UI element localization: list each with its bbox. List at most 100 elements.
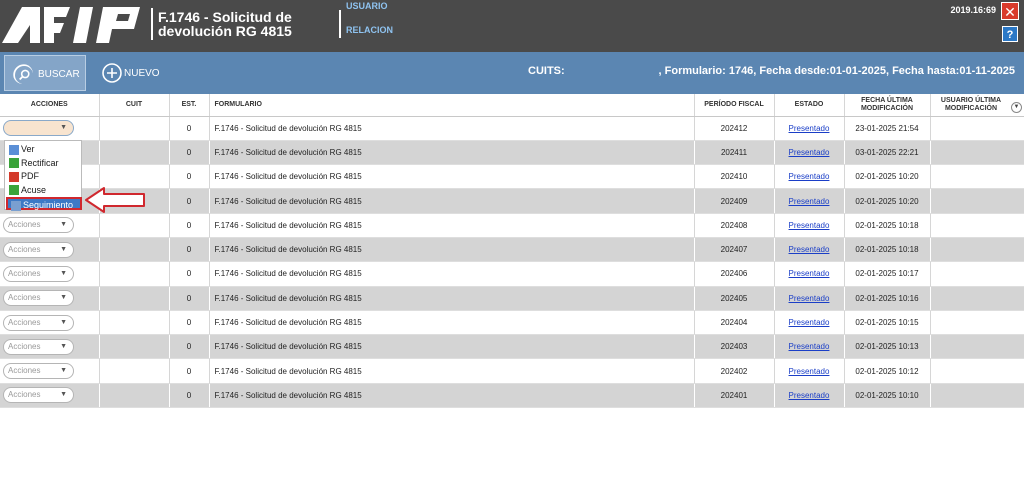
estado-link[interactable]: Presentado — [789, 172, 830, 181]
estado-link[interactable]: Presentado — [789, 221, 830, 230]
app-header: F.1746 - Solicitud de devolución RG 4815… — [0, 0, 1024, 52]
receipt-icon — [9, 185, 19, 196]
col-header-periodo[interactable]: PERÍODO FISCAL — [694, 94, 775, 117]
chevron-down-icon: ▼ — [60, 294, 67, 302]
nav-relacion-link[interactable]: RELACION — [346, 25, 393, 35]
form-title-line1: F.1746 - Solicitud de — [158, 9, 292, 25]
acciones-select-value: Acciones — [8, 366, 41, 376]
acciones-select[interactable]: Acciones ▼ — [3, 387, 74, 404]
close-button[interactable]: ✕ — [1001, 2, 1019, 20]
cuit-cell — [99, 383, 170, 409]
col-header-usuario[interactable]: USUARIO ÚLTIMA MODIFICACIÓN — [930, 94, 1024, 117]
periodo-cell: 202407 — [694, 237, 775, 263]
chevron-down-icon: ▼ — [60, 245, 67, 253]
estado-cell: Presentado — [774, 334, 845, 360]
estado-link[interactable]: Presentado — [789, 342, 830, 351]
acciones-cell: Acciones ▼ — [0, 286, 100, 311]
formulario-cell: F.1746 - Solicitud de devolución RG 4815 — [209, 310, 695, 336]
clock-text: 2019.16:69 — [950, 5, 996, 15]
usuario-cell — [930, 140, 1024, 166]
formulario-cell: F.1746 - Solicitud de devolución RG 4815 — [209, 188, 695, 214]
red-arrow-annotation — [85, 187, 145, 213]
table-row[interactable]: Acciones ▼ 0 F.1746 - Solicitud de devoluci… — [0, 334, 1024, 360]
nav-usuario-link[interactable]: USUARIO — [346, 1, 388, 11]
dropdown-item-rectificar[interactable]: Rectificar — [9, 157, 81, 170]
dropdown-item-seguimiento[interactable]: Seguimiento — [6, 197, 82, 211]
periodo-cell: 202409 — [694, 188, 775, 214]
estado-cell: Presentado — [774, 213, 845, 238]
form-title: F.1746 - Solicitud de devolución RG 4815 — [158, 10, 292, 38]
usuario-cell — [930, 310, 1024, 336]
toolbar: BUSCAR NUEVO CUITS: , Formulario: 1746, … — [0, 52, 1024, 94]
dropdown-item-ver[interactable]: Ver — [9, 143, 81, 156]
usuario-cell — [930, 334, 1024, 360]
table-row[interactable]: ▼ 0 F.1746 - Solicitud de devolución RG 48… — [0, 116, 1024, 141]
cuit-cell — [99, 140, 170, 166]
estado-link[interactable]: Presentado — [789, 148, 830, 157]
table-row[interactable]: Acciones ▼ 0 F.1746 - Solicitud de devoluci… — [0, 286, 1024, 311]
formulario-cell: F.1746 - Solicitud de devolución RG 4815 — [209, 261, 695, 287]
estado-cell: Presentado — [774, 188, 845, 214]
dropdown-item-acuse[interactable]: Acuse — [9, 184, 81, 197]
acciones-select-value: Acciones — [8, 317, 41, 327]
col-header-formulario[interactable]: FORMULARIO — [209, 94, 695, 117]
fecha-cell: 02-01-2025 10:16 — [844, 286, 931, 311]
acciones-cell: Acciones ▼ — [0, 237, 100, 263]
estado-link[interactable]: Presentado — [789, 391, 830, 400]
acciones-select[interactable]: Acciones ▼ — [3, 217, 74, 234]
table-header-row: ACCIONES CUIT EST. FORMULARIO PERÍODO FI… — [0, 94, 1024, 117]
acciones-dropdown-menu: Ver Rectificar PDF Acuse Seguimiento — [4, 140, 82, 211]
dropdown-item-label: PDF — [21, 171, 39, 181]
cuits-label: CUITS: — [528, 65, 565, 77]
buscar-button[interactable]: BUSCAR — [4, 55, 86, 91]
acciones-select[interactable]: Acciones ▼ — [3, 241, 74, 258]
formulario-cell: F.1746 - Solicitud de devolución RG 4815 — [209, 286, 695, 311]
estado-link[interactable]: Presentado — [789, 367, 830, 376]
usuario-cell — [930, 261, 1024, 287]
acciones-select[interactable]: ▼ — [3, 120, 74, 137]
col-header-est[interactable]: EST. — [169, 94, 210, 117]
col-header-cuit[interactable]: CUIT — [99, 94, 170, 117]
col-header-fecha[interactable]: FECHA ÚLTIMA MODIFICACIÓN — [844, 94, 931, 117]
estado-link[interactable]: Presentado — [789, 294, 830, 303]
acciones-select[interactable]: Acciones ▼ — [3, 363, 74, 380]
help-button[interactable]: ? — [1002, 26, 1018, 42]
acciones-select-value: Acciones — [8, 390, 41, 400]
acciones-select[interactable]: Acciones ▼ — [3, 290, 74, 307]
estado-cell: Presentado — [774, 286, 845, 311]
usuario-cell — [930, 116, 1024, 141]
table-row[interactable]: Acciones ▼ 0 F.1746 - Solicitud de devoluci… — [0, 237, 1024, 263]
acciones-select-value: Acciones — [8, 268, 41, 278]
formulario-cell: F.1746 - Solicitud de devolución RG 4815 — [209, 164, 695, 190]
nuevo-button[interactable]: NUEVO — [96, 55, 176, 91]
table-row[interactable]: 0 F.1746 - Solicitud de devolución RG 481… — [0, 164, 1024, 190]
usuario-cell — [930, 383, 1024, 409]
table-row[interactable]: Acciones ▼ 0 F.1746 - Solicitud de devoluci… — [0, 358, 1024, 384]
estado-link[interactable]: Presentado — [789, 124, 830, 133]
estado-link[interactable]: Presentado — [789, 269, 830, 278]
table-row[interactable]: Acciones ▼ 0 F.1746 - Solicitud de devoluci… — [0, 383, 1024, 409]
col-header-estado[interactable]: ESTADO — [774, 94, 845, 117]
table-row[interactable]: 0 F.1746 - Solicitud de devolución RG 481… — [0, 140, 1024, 166]
dropdown-item-pdf[interactable]: PDF — [9, 170, 81, 183]
acciones-select[interactable]: Acciones ▼ — [3, 265, 74, 282]
est-cell: 0 — [169, 237, 210, 263]
table-row[interactable]: 0 F.1746 - Solicitud de devolución RG 481… — [0, 188, 1024, 214]
fecha-cell: 02-01-2025 10:20 — [844, 188, 931, 214]
estado-cell: Presentado — [774, 261, 845, 287]
table-row[interactable]: Acciones ▼ 0 F.1746 - Solicitud de devoluci… — [0, 261, 1024, 287]
est-cell: 0 — [169, 286, 210, 311]
estado-link[interactable]: Presentado — [789, 245, 830, 254]
column-menu-icon[interactable]: ▼ — [1011, 102, 1022, 113]
fecha-cell: 02-01-2025 10:18 — [844, 213, 931, 238]
acciones-select-value: Acciones — [8, 220, 41, 230]
formulario-cell: F.1746 - Solicitud de devolución RG 4815 — [209, 213, 695, 238]
table-row[interactable]: Acciones ▼ 0 F.1746 - Solicitud de devoluci… — [0, 310, 1024, 336]
acciones-select[interactable]: Acciones ▼ — [3, 338, 74, 355]
table-row[interactable]: Acciones ▼ 0 F.1746 - Solicitud de devoluci… — [0, 213, 1024, 238]
estado-link[interactable]: Presentado — [789, 197, 830, 206]
cuit-cell — [99, 116, 170, 141]
estado-cell: Presentado — [774, 116, 845, 141]
acciones-select[interactable]: Acciones ▼ — [3, 314, 74, 331]
estado-link[interactable]: Presentado — [789, 318, 830, 327]
